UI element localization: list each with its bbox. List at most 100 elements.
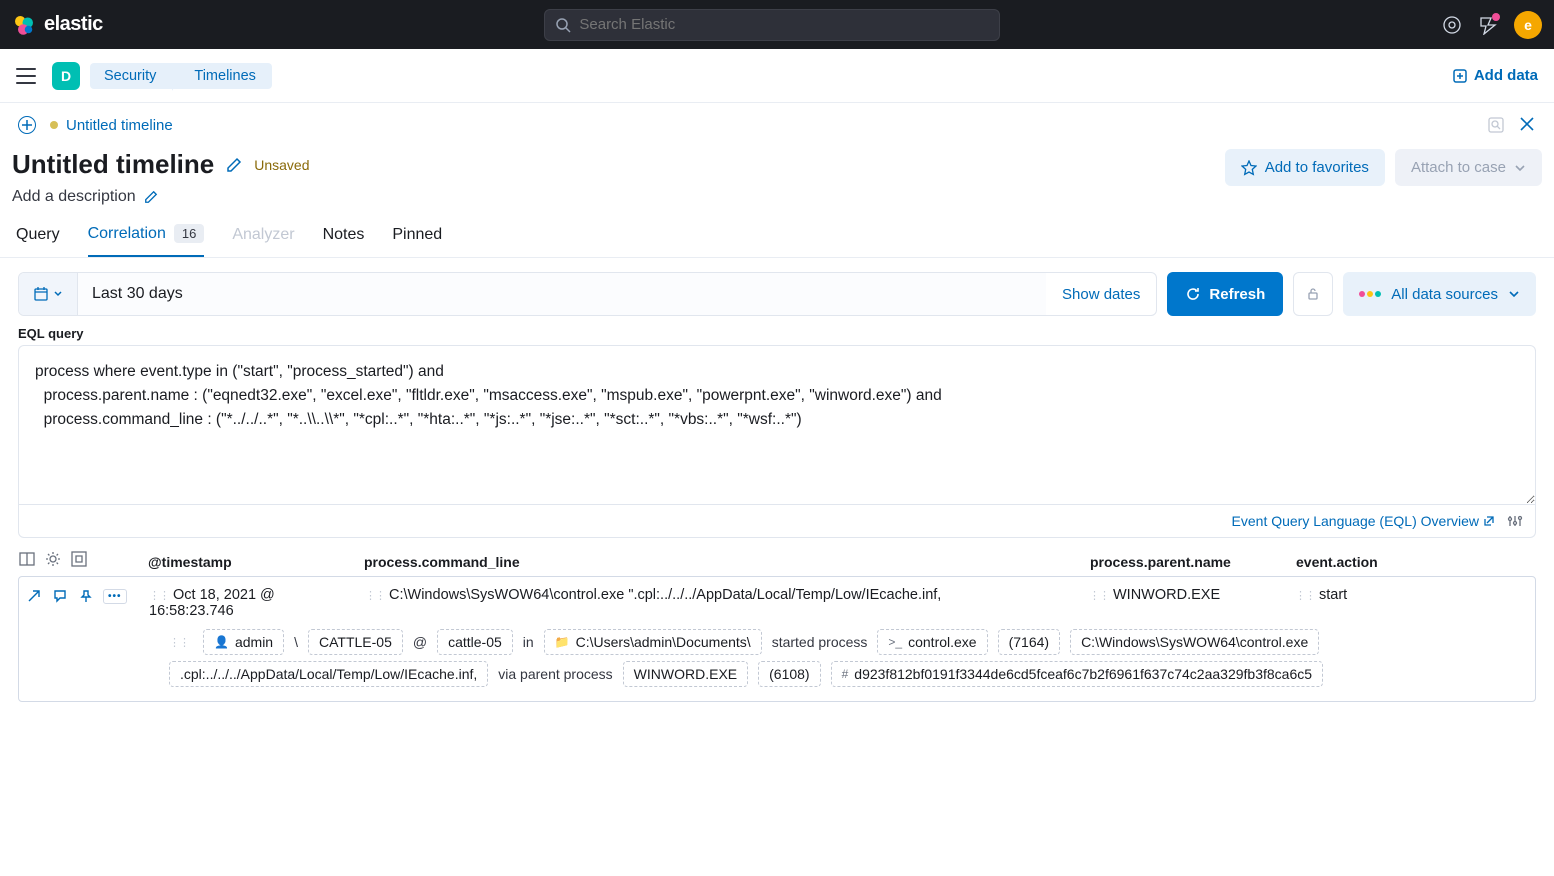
user-icon: 👤 xyxy=(214,635,229,649)
drag-handle-icon[interactable]: ⋮⋮ xyxy=(149,590,169,602)
add-to-favorites-button[interactable]: Add to favorites xyxy=(1225,149,1385,186)
pill-process-path[interactable]: C:\Windows\SysWOW64\control.exe xyxy=(1070,629,1319,655)
tab-query[interactable]: Query xyxy=(16,224,60,257)
drag-handle-icon[interactable]: ⋮⋮ xyxy=(1295,590,1315,602)
app-header: D Security Timelines Add data xyxy=(0,49,1554,103)
global-header: elastic e xyxy=(0,0,1554,49)
edit-title-icon[interactable] xyxy=(226,157,242,173)
add-data-icon xyxy=(1452,68,1468,84)
eql-overview-link[interactable]: Event Query Language (EQL) Overview xyxy=(1232,513,1495,529)
global-search-input[interactable] xyxy=(579,16,989,33)
tab-notes[interactable]: Notes xyxy=(323,224,365,257)
refresh-button[interactable]: Refresh xyxy=(1167,272,1283,316)
breadcrumb-timelines[interactable]: Timelines xyxy=(172,63,272,89)
pill-parent-process[interactable]: WINWORD.EXE xyxy=(623,661,748,687)
date-range-picker: Last 30 days Show dates xyxy=(18,272,1157,316)
attach-to-case-button[interactable]: Attach to case xyxy=(1395,149,1542,186)
pin-event-icon[interactable] xyxy=(77,587,95,605)
elastic-logo-icon xyxy=(12,13,36,37)
cell-parent-name[interactable]: ⋮⋮WINWORD.EXE xyxy=(1089,587,1295,603)
drag-handle-icon[interactable]: ⋮⋮ xyxy=(365,590,385,602)
global-search[interactable] xyxy=(544,9,1000,41)
expand-row-icon[interactable] xyxy=(25,587,43,605)
pill-user[interactable]: 👤admin xyxy=(203,629,284,655)
table-row: ••• ⋮⋮Oct 18, 2021 @ 16:58:23.746 ⋮⋮C:\W… xyxy=(18,576,1536,702)
calendar-icon xyxy=(33,286,49,302)
pill-parent-pid[interactable]: (6108) xyxy=(758,661,820,687)
tab-correlation[interactable]: Correlation 16 xyxy=(88,224,205,257)
save-status: Unsaved xyxy=(254,157,309,173)
pill-host-lower[interactable]: cattle-05 xyxy=(437,629,513,655)
description-placeholder[interactable]: Add a description xyxy=(12,188,136,206)
more-actions-icon[interactable]: ••• xyxy=(103,589,127,604)
th-event-action[interactable]: event.action xyxy=(1296,554,1536,570)
cell-timestamp[interactable]: ⋮⋮Oct 18, 2021 @ 16:58:23.746 xyxy=(149,587,365,619)
inspect-icon[interactable] xyxy=(1486,115,1506,135)
pill-hash[interactable]: #d923f812bf0191f3344de6cd5fceaf6c7b2f696… xyxy=(831,661,1323,687)
add-note-icon[interactable] xyxy=(51,587,69,605)
nav-toggle-icon[interactable] xyxy=(16,68,36,84)
unsaved-dot-icon xyxy=(50,121,58,129)
correlation-count-badge: 16 xyxy=(174,224,204,243)
timeline-tab[interactable]: Untitled timeline xyxy=(50,117,173,134)
star-icon xyxy=(1241,160,1257,176)
breadcrumb-security[interactable]: Security xyxy=(90,63,172,89)
cell-event-action[interactable]: ⋮⋮start xyxy=(1295,587,1535,603)
data-sources-button[interactable]: All data sources xyxy=(1343,272,1536,316)
tab-analyzer: Analyzer xyxy=(232,224,294,257)
date-range-text[interactable]: Last 30 days xyxy=(78,273,1046,315)
show-dates-button[interactable]: Show dates xyxy=(1046,273,1156,315)
hash-icon: # xyxy=(842,667,849,681)
add-data-button[interactable]: Add data xyxy=(1452,67,1538,84)
elastic-logo[interactable]: elastic xyxy=(12,13,103,37)
plus-icon xyxy=(22,120,32,130)
notification-dot xyxy=(1492,13,1500,21)
columns-icon[interactable] xyxy=(18,550,36,568)
edit-description-icon[interactable] xyxy=(144,190,158,204)
eql-query-input[interactable]: process where event.type in ("start", "p… xyxy=(18,345,1536,505)
event-detail-renderer: ⋮⋮ 👤admin \ CATTLE-05 @ cattle-05 in 📁C:… xyxy=(19,619,1535,687)
results-table: @timestamp process.command_line process.… xyxy=(0,538,1554,720)
pill-process-args[interactable]: .cpl:../../../AppData/Local/Temp/Low/IEc… xyxy=(169,661,488,687)
eql-section: EQL query process where event.type in ("… xyxy=(0,316,1554,538)
page-title: Untitled timeline xyxy=(12,149,214,180)
th-timestamp[interactable]: @timestamp xyxy=(148,554,364,570)
sources-icon xyxy=(1359,291,1381,297)
close-icon[interactable] xyxy=(1518,115,1536,133)
chevron-down-icon xyxy=(53,289,63,299)
eql-label: EQL query xyxy=(18,326,1536,341)
user-avatar[interactable]: e xyxy=(1514,11,1542,39)
page-header: Untitled timeline Unsaved Add a descript… xyxy=(0,135,1554,206)
date-quick-select-button[interactable] xyxy=(19,273,78,315)
fullscreen-icon[interactable] xyxy=(70,550,88,568)
chevron-down-icon xyxy=(1508,288,1520,300)
help-icon[interactable] xyxy=(1442,15,1462,35)
lock-open-icon xyxy=(1306,287,1320,301)
folder-icon: 📁 xyxy=(555,635,570,649)
newsfeed-icon[interactable] xyxy=(1478,15,1498,35)
timeline-tabbar: Untitled timeline xyxy=(0,103,1554,135)
pill-process-name[interactable]: >_control.exe xyxy=(877,629,987,655)
th-command-line[interactable]: process.command_line xyxy=(364,554,1090,570)
timeline-tabs: Query Correlation 16 Analyzer Notes Pinn… xyxy=(0,206,1554,258)
pill-host-upper[interactable]: CATTLE-05 xyxy=(308,629,403,655)
drag-handle-icon[interactable]: ⋮⋮ xyxy=(169,636,189,649)
breadcrumb: Security Timelines xyxy=(90,63,272,89)
th-parent-name[interactable]: process.parent.name xyxy=(1090,554,1296,570)
chevron-down-icon xyxy=(1514,162,1526,174)
lock-date-button[interactable] xyxy=(1293,272,1333,316)
external-link-icon xyxy=(1483,515,1495,527)
pill-working-dir[interactable]: 📁C:\Users\admin\Documents\ xyxy=(544,629,762,655)
query-bar: Last 30 days Show dates Refresh All data… xyxy=(0,258,1554,316)
elastic-wordmark: elastic xyxy=(44,13,103,36)
gear-icon[interactable] xyxy=(44,550,62,568)
new-timeline-button[interactable] xyxy=(18,116,36,134)
drag-handle-icon[interactable]: ⋮⋮ xyxy=(1089,590,1109,602)
search-icon xyxy=(555,17,571,33)
terminal-icon: >_ xyxy=(888,635,902,649)
pill-pid[interactable]: (7164) xyxy=(998,629,1060,655)
space-selector[interactable]: D xyxy=(52,62,80,90)
eql-settings-icon[interactable] xyxy=(1507,513,1523,529)
tab-pinned[interactable]: Pinned xyxy=(392,224,442,257)
cell-command-line[interactable]: ⋮⋮C:\Windows\SysWOW64\control.exe ".cpl:… xyxy=(365,587,1089,603)
